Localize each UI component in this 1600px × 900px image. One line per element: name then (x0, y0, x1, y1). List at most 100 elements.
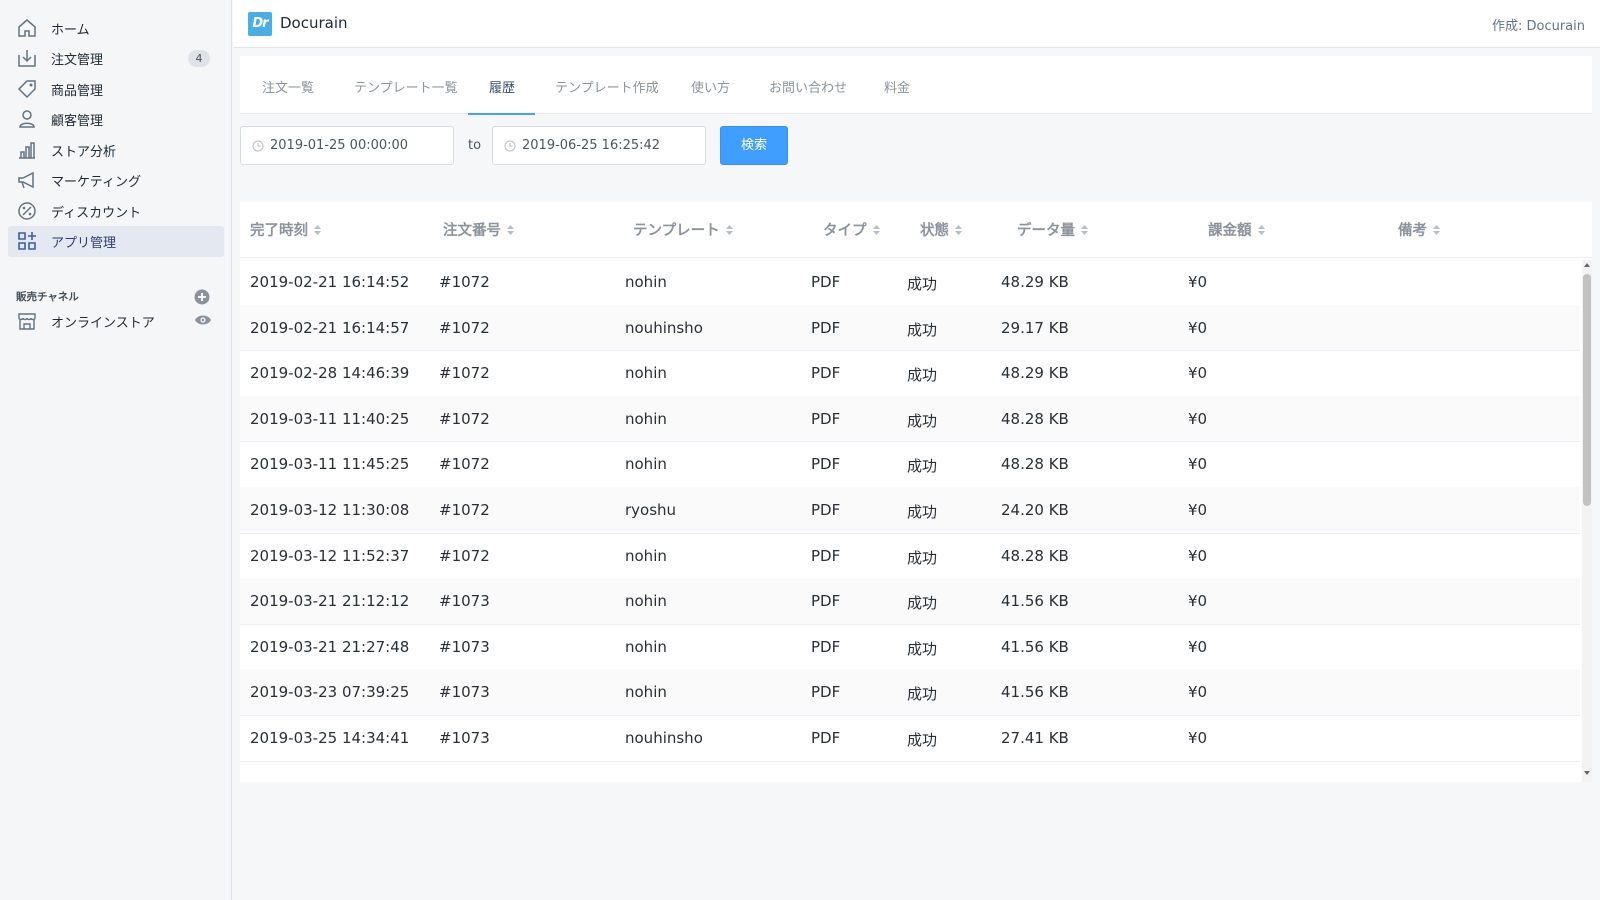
cell-completed-at: 2019-03-11 11:45:25 (250, 455, 410, 474)
orders-icon (18, 50, 36, 67)
tab-template-list[interactable]: テンプレート一覧 (354, 77, 458, 96)
cell-template: nouhinsho (625, 318, 703, 337)
end-datetime-input[interactable]: 2019-06-25 16:25:42 (492, 126, 706, 165)
table-row[interactable]: 2019-03-23 07:39:25 #1073 nohin PDF 成功 41.56 … (240, 669, 1580, 716)
table-row[interactable]: 2019-03-11 11:45:25 #1072 nohin PDF 成功 48.28 … (240, 441, 1580, 488)
end-datetime-value: 2019-06-25 16:25:42 (522, 138, 661, 153)
cell-type: PDF (811, 364, 841, 383)
cell-charge: ¥0 (1188, 364, 1208, 383)
clock-icon (252, 140, 264, 152)
cell-charge: ¥0 (1188, 318, 1208, 337)
cell-template: nohin (625, 683, 667, 702)
cell-order-number: #1073 (439, 637, 490, 656)
column-header-template[interactable]: テンプレート (633, 219, 734, 240)
history-table: 完了時刻 注文番号 テンプレート タイプ 状態 データ量 課金額 備考 2019… (240, 202, 1592, 782)
cell-charge: ¥0 (1188, 637, 1208, 656)
sidebar-item-marketing[interactable]: マーケティング (8, 165, 224, 196)
table-row[interactable]: 2019-03-21 21:27:48 #1073 nohin PDF 成功 41.56 … (240, 624, 1580, 671)
tab-order-list[interactable]: 注文一覧 (262, 77, 314, 96)
sidebar-item-label: ホーム (51, 23, 90, 38)
cell-charge: ¥0 (1188, 455, 1208, 474)
table-row[interactable]: 2019-02-21 16:14:57 #1072 nouhinsho PDF 成功 29… (240, 304, 1580, 352)
cell-template: ryoshu (625, 501, 677, 519)
add-channel-icon[interactable] (194, 289, 210, 305)
cell-template: nohin (625, 592, 667, 611)
tab-how-to-use[interactable]: 使い方 (691, 77, 730, 96)
tag-icon (17, 80, 36, 99)
column-header-label: 備考 (1398, 223, 1427, 239)
cell-charge: ¥0 (1188, 683, 1208, 702)
column-header-notes[interactable]: 備考 (1398, 219, 1441, 240)
cell-completed-at: 2019-03-23 07:39:25 (250, 683, 410, 702)
cell-data-size: 41.56 KB (1001, 683, 1069, 702)
range-to-label: to (468, 138, 482, 153)
cell-data-size: 41.56 KB (1001, 592, 1069, 611)
cell-status: 成功 (907, 366, 938, 385)
cell-status: 成功 (907, 731, 938, 749)
column-header-order-number[interactable]: 注文番号 (443, 219, 515, 240)
cell-status: 成功 (907, 503, 938, 521)
table-row[interactable]: 2019-03-21 21:12:12 #1073 nohin PDF 成功 41.56 … (240, 578, 1580, 625)
tab-contact[interactable]: お問い合わせ (769, 77, 847, 96)
cell-charge: ¥0 (1188, 273, 1208, 291)
scroll-down-icon[interactable] (1584, 770, 1590, 776)
sidebar-item-orders[interactable]: 注文管理 4 (8, 43, 224, 74)
table-scrollbar[interactable] (1582, 260, 1592, 782)
tab-pricing[interactable]: 料金 (884, 77, 910, 96)
sort-icon (314, 224, 321, 235)
cell-completed-at: 2019-02-28 14:46:39 (250, 364, 410, 383)
search-button[interactable]: 検索 (720, 126, 788, 165)
cell-data-size: 24.20 KB (1001, 501, 1069, 519)
tab-history[interactable]: 履歴 (489, 77, 515, 96)
table-row[interactable]: 2019-03-11 11:40:25 #1072 nohin PDF 成功 48.28 … (240, 395, 1580, 443)
sidebar-item-label: ストア分析 (51, 145, 117, 160)
tab-template-create[interactable]: テンプレート作成 (555, 77, 659, 96)
sidebar-item-discounts[interactable]: ディスカウント (8, 196, 224, 227)
scroll-up-icon[interactable] (1584, 262, 1590, 268)
sidebar-item-label: マーケティング (51, 175, 141, 190)
column-header-status[interactable]: 状態 (920, 219, 963, 240)
cell-completed-at: 2019-03-12 11:30:08 (250, 501, 410, 519)
table-row[interactable]: 2019-03-12 11:30:08 #1072 ryoshu PDF 成功 24.20… (240, 487, 1580, 534)
cell-data-size: 48.29 KB (1001, 364, 1069, 383)
sidebar-item-analytics[interactable]: ストア分析 (8, 135, 224, 166)
column-header-completed-at[interactable]: 完了時刻 (250, 219, 322, 240)
clock-icon (504, 140, 516, 152)
sidebar-item-online-store[interactable]: オンラインストア (8, 306, 224, 337)
start-datetime-input[interactable]: 2019-01-25 00:00:00 (240, 126, 454, 165)
cell-status: 成功 (907, 275, 938, 293)
column-header-type[interactable]: タイプ (823, 219, 881, 240)
scrollbar-thumb[interactable] (1583, 274, 1591, 506)
cell-status: 成功 (907, 594, 938, 613)
cell-order-number: #1072 (439, 546, 490, 565)
cell-order-number: #1072 (439, 318, 490, 337)
cell-order-number: #1073 (439, 683, 490, 702)
cell-status: 成功 (907, 639, 938, 658)
column-header-charge[interactable]: 課金額 (1208, 219, 1266, 240)
table-row[interactable]: 2019-02-28 14:46:39 #1072 nohin PDF 成功 48.29 … (240, 350, 1580, 397)
cell-completed-at: 2019-02-21 16:14:52 (250, 273, 410, 291)
cell-data-size: 41.56 KB (1001, 637, 1069, 656)
sidebar-item-home[interactable]: ホーム (8, 13, 224, 44)
cell-template: nohin (625, 364, 667, 383)
cell-order-number: #1073 (439, 729, 490, 747)
table-row[interactable]: 2019-02-21 16:14:52 #1072 nohin PDF 成功 48.29 … (240, 259, 1580, 306)
topbar: Dr Docurain 作成: Docurain (233, 0, 1600, 48)
cell-completed-at: 2019-03-21 21:12:12 (250, 592, 410, 611)
table-row[interactable]: 2019-03-12 11:52:37 #1072 nohin PDF 成功 48.28 … (240, 533, 1580, 580)
column-header-label: 課金額 (1208, 223, 1252, 239)
megaphone-icon (18, 171, 34, 189)
table-row[interactable]: 2019-03-25 14:34:41 #1073 nouhinsho PDF 成功 27… (240, 715, 1580, 762)
sidebar-item-customers[interactable]: 顧客管理 (8, 104, 224, 135)
sales-channels-title: 販売チャネル (16, 291, 79, 303)
sidebar-item-products[interactable]: 商品管理 (8, 74, 224, 105)
sidebar-item-apps[interactable]: アプリ管理 (8, 226, 224, 257)
author-label: 作成: Docurain (1491, 19, 1585, 34)
start-datetime-value: 2019-01-25 00:00:00 (270, 138, 409, 153)
eye-icon[interactable] (194, 313, 212, 327)
cell-template: nohin (625, 546, 667, 565)
column-header-data-size[interactable]: データ量 (1017, 219, 1089, 240)
cell-charge: ¥0 (1188, 501, 1208, 519)
sort-icon (872, 224, 880, 235)
discount-icon (18, 202, 36, 220)
